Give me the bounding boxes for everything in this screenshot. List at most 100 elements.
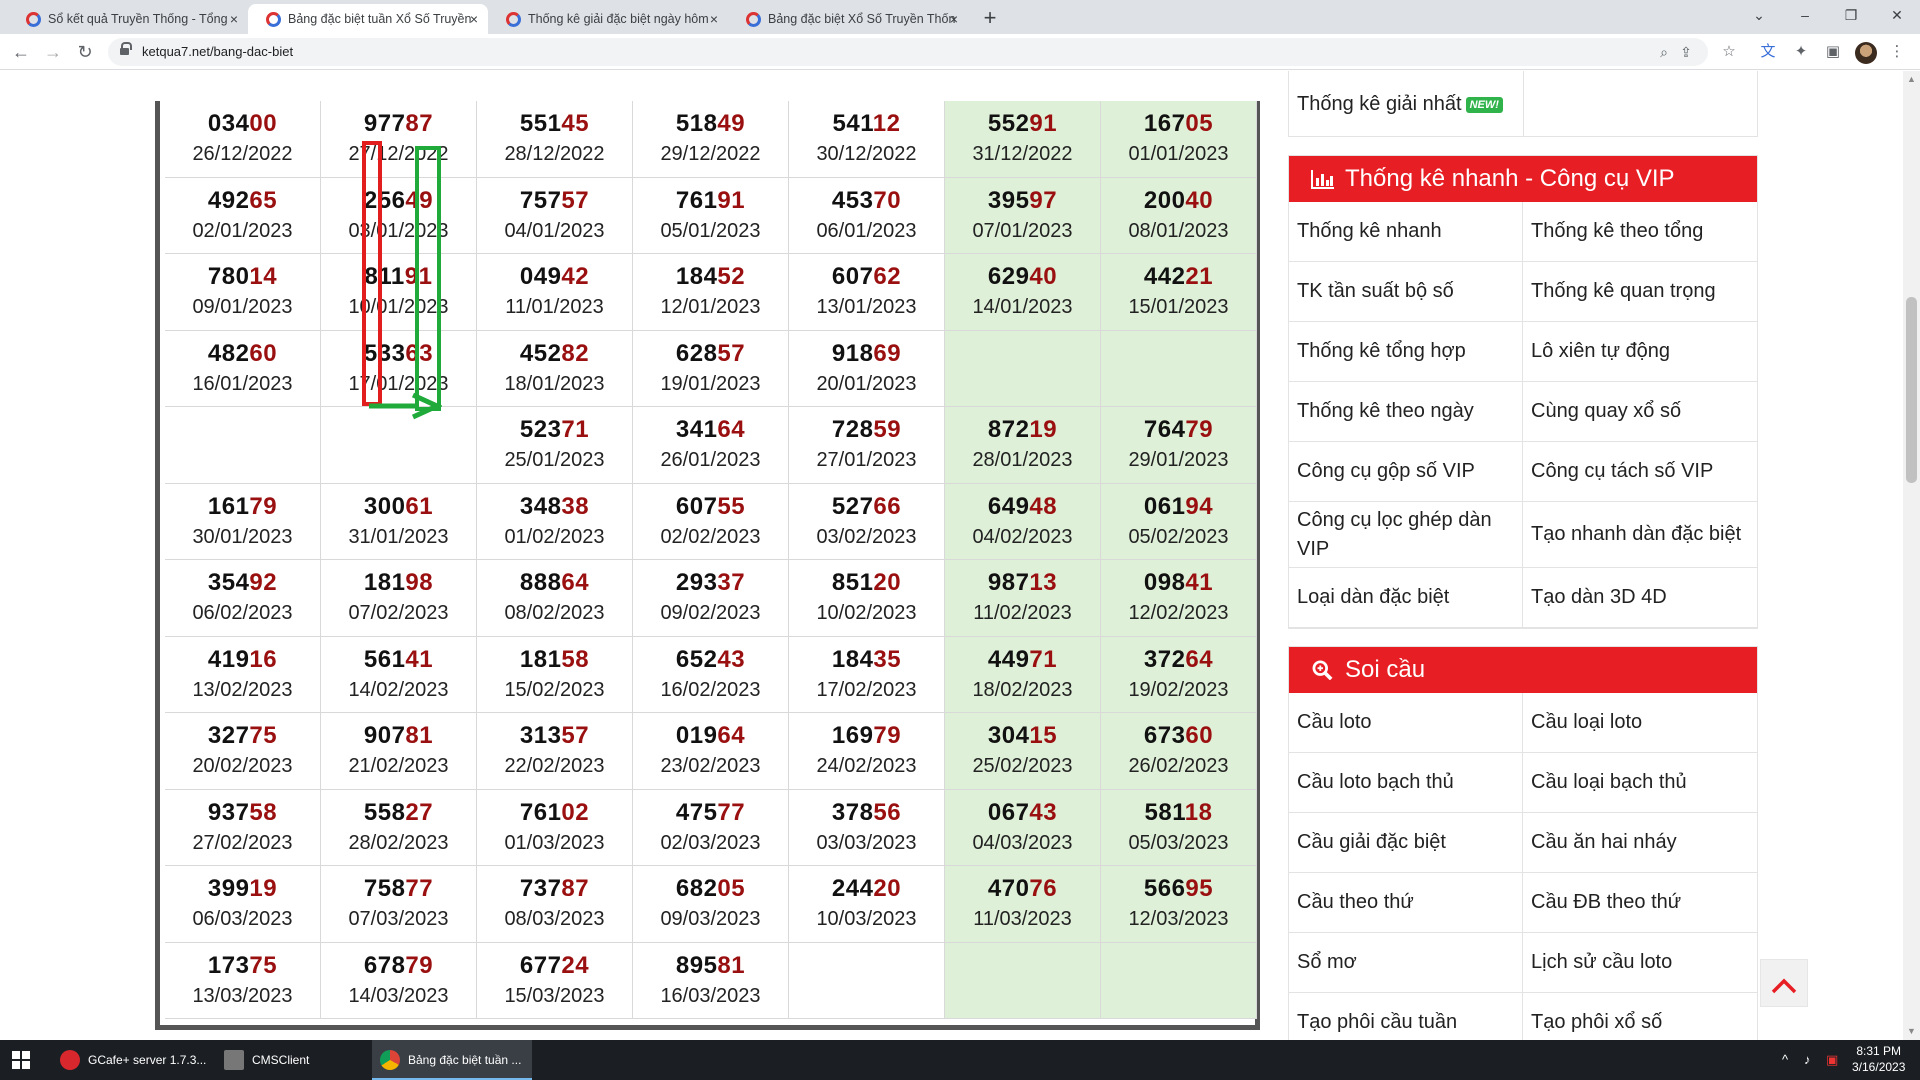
scroll-up-icon[interactable]: ▲ (1903, 71, 1920, 88)
sidebar-link[interactable]: Lô xiên tự động (1523, 322, 1757, 382)
translate-icon[interactable]: 文 (1757, 41, 1779, 63)
prize-number: 45282 (477, 339, 632, 369)
sidebar-link-giai-nhat[interactable]: Thống kê giải nhất NEW! (1297, 93, 1503, 116)
prize-number-head: 341 (675, 416, 718, 443)
taskbar-item-gcafe[interactable]: GCafe+ server 1.7.3... (52, 1040, 212, 1080)
draw-date: 31/12/2022 (972, 143, 1073, 165)
back-arrow-icon[interactable]: ← (8, 39, 34, 65)
result-cell: 34164 26/01/2023 (633, 407, 789, 484)
back-to-top-button[interactable] (1760, 959, 1808, 1007)
prize-number: 93758 (165, 798, 320, 828)
prize-number-tail: 43 (717, 645, 746, 673)
sidebar-link[interactable]: Sổ mơ (1289, 933, 1523, 993)
prize-number: 52766 (789, 492, 944, 522)
sidebar-link[interactable]: Cầu ăn hai nháy (1523, 813, 1757, 873)
sidebar-link[interactable]: Cầu theo thứ (1289, 873, 1523, 933)
prize-number: 56695 (1101, 874, 1256, 904)
prize-number-head: 558 (363, 798, 406, 826)
zoom-icon[interactable]: ⌕ (1654, 42, 1674, 62)
prize-number-tail: 40 (1029, 263, 1058, 290)
browser-tab-2[interactable]: Bảng đặc biệt tuần Xổ Số Truyền × (248, 4, 488, 34)
sidebar-link[interactable]: Tạo nhanh dàn đặc biệt (1523, 502, 1757, 568)
sidebar-link[interactable]: Thống kê nhanh (1289, 202, 1523, 262)
prize-number: 91869 (789, 339, 944, 369)
tab-search-icon[interactable]: ⌄ (1736, 0, 1782, 30)
sidebar-link[interactable]: Công cụ lọc ghép dàn VIP (1289, 502, 1523, 568)
sidebar-link[interactable]: Tạo dàn 3D 4D (1523, 568, 1757, 628)
taskbar-item-chrome[interactable]: Bảng đặc biệt tuần ... (372, 1040, 532, 1080)
tab-close-icon[interactable]: × (710, 4, 718, 34)
sidebar-link[interactable]: Cầu loto (1289, 693, 1523, 753)
profile-avatar[interactable] (1855, 42, 1877, 64)
draw-date: 30/01/2023 (192, 525, 293, 548)
new-tab-button[interactable]: + (976, 4, 1004, 32)
sidebar-link[interactable]: Cầu giải đặc biệt (1289, 813, 1523, 873)
sidebar-link[interactable]: Công cụ tách số VIP (1523, 442, 1757, 502)
prize-number-head: 628 (675, 339, 718, 367)
prize-number-tail: 41 (405, 645, 434, 673)
prize-number-tail: 77 (405, 875, 434, 902)
sidebar-link[interactable]: Cầu ĐB theo thứ (1523, 873, 1757, 933)
sidebar-link[interactable]: TK tần suất bộ số (1289, 262, 1523, 322)
result-cell: 20040 08/01/2023 (1101, 177, 1257, 254)
sidebar-link[interactable]: Tạo phôi cầu tuần (1289, 993, 1523, 1040)
sidebar-link[interactable]: Tạo phôi xổ số (1523, 993, 1757, 1040)
side-panel-icon[interactable]: ▣ (1822, 41, 1844, 63)
sidebar-link[interactable]: Cùng quay xổ số (1523, 382, 1757, 442)
forward-arrow-icon[interactable]: → (40, 39, 66, 65)
prize-number: 18158 (477, 645, 632, 675)
extensions-icon[interactable]: ✦ (1790, 41, 1812, 63)
taskbar-clock[interactable]: 8:31 PM 3/16/2023 (1852, 1043, 1905, 1075)
bookmark-star-icon[interactable]: ☆ (1718, 41, 1740, 63)
url-text[interactable]: ketqua7.net/bang-dac-biet (142, 38, 293, 66)
prize-number-tail: 57 (717, 339, 746, 367)
draw-date: 23/02/2023 (660, 755, 761, 777)
sidebar-link[interactable]: Thống kê tổng hợp (1289, 322, 1523, 382)
sidebar-link[interactable]: Loại dàn đặc biệt (1289, 568, 1523, 628)
sidebar-link[interactable]: Cầu loto bạch thủ (1289, 753, 1523, 813)
red-highlight-box (362, 141, 382, 406)
sidebar-link[interactable]: Thống kê theo ngày (1289, 382, 1523, 442)
speaker-icon[interactable]: ♪ (1804, 1040, 1811, 1080)
result-cell: 18198 07/02/2023 (321, 560, 477, 637)
scrollbar-thumb[interactable] (1906, 297, 1917, 483)
prize-number-head: 161 (207, 492, 250, 520)
result-cell: 52371 25/01/2023 (477, 407, 633, 484)
tab-close-icon[interactable]: × (470, 4, 478, 34)
clock-time: 8:31 PM (1856, 1044, 1902, 1058)
sidebar-link[interactable]: Thống kê theo tổng (1523, 202, 1757, 262)
tray-chevron-icon[interactable]: ^ (1782, 1040, 1788, 1080)
window-close-icon[interactable]: ✕ (1874, 0, 1920, 30)
address-bar[interactable]: ketqua7.net/bang-dac-biet ⌕ ⇪ (108, 38, 1708, 66)
sidebar-link[interactable]: Thống kê quan trọng (1523, 262, 1757, 322)
browser-tab-3[interactable]: Thống kê giải đặc biệt ngày hôm × (488, 4, 728, 34)
result-cell: 09841 12/02/2023 (1101, 560, 1257, 637)
sidebar-link[interactable]: Cầu loại loto (1523, 693, 1757, 753)
scroll-down-icon[interactable]: ▼ (1903, 1023, 1920, 1040)
windows-start-icon[interactable] (12, 1051, 31, 1070)
tab-close-icon[interactable]: × (230, 4, 238, 34)
result-cell: 16179 30/01/2023 (165, 483, 321, 560)
network-warning-icon[interactable]: ▣ (1826, 1040, 1838, 1080)
browser-tab-4[interactable]: Bảng đặc biệt Xổ Số Truyền Thốn × (728, 4, 968, 34)
reload-icon[interactable]: ↻ (72, 39, 98, 65)
share-icon[interactable]: ⇪ (1676, 42, 1696, 62)
search-icon (1312, 660, 1333, 680)
restore-icon[interactable]: ❐ (1828, 0, 1874, 30)
browser-tab-1[interactable]: Sổ kết quả Truyền Thống - Tổng × (8, 4, 248, 34)
prize-number: 17375 (165, 951, 320, 981)
prize-number-head: 761 (519, 798, 562, 826)
result-cell: 44221 15/01/2023 (1101, 254, 1257, 331)
tab-close-icon[interactable]: × (950, 4, 958, 34)
menu-kebab-icon[interactable]: ⋮ (1886, 41, 1908, 63)
sidebar-link[interactable]: Cầu loại bạch thủ (1523, 753, 1757, 813)
prize-number: 06743 (945, 798, 1100, 828)
sidebar-link[interactable]: Lịch sử cầu loto (1523, 933, 1757, 993)
sidebar-link[interactable]: Công cụ gộp số VIP (1289, 442, 1523, 502)
taskbar-item-cmsclient[interactable]: CMSClient (216, 1040, 366, 1080)
page-scrollbar[interactable]: ▲ ▼ (1903, 71, 1920, 1040)
prize-number-head: 561 (363, 645, 406, 673)
draw-date: 29/01/2023 (1128, 449, 1229, 471)
minimize-icon[interactable]: – (1782, 0, 1828, 30)
prize-number-tail: 52 (717, 263, 746, 290)
